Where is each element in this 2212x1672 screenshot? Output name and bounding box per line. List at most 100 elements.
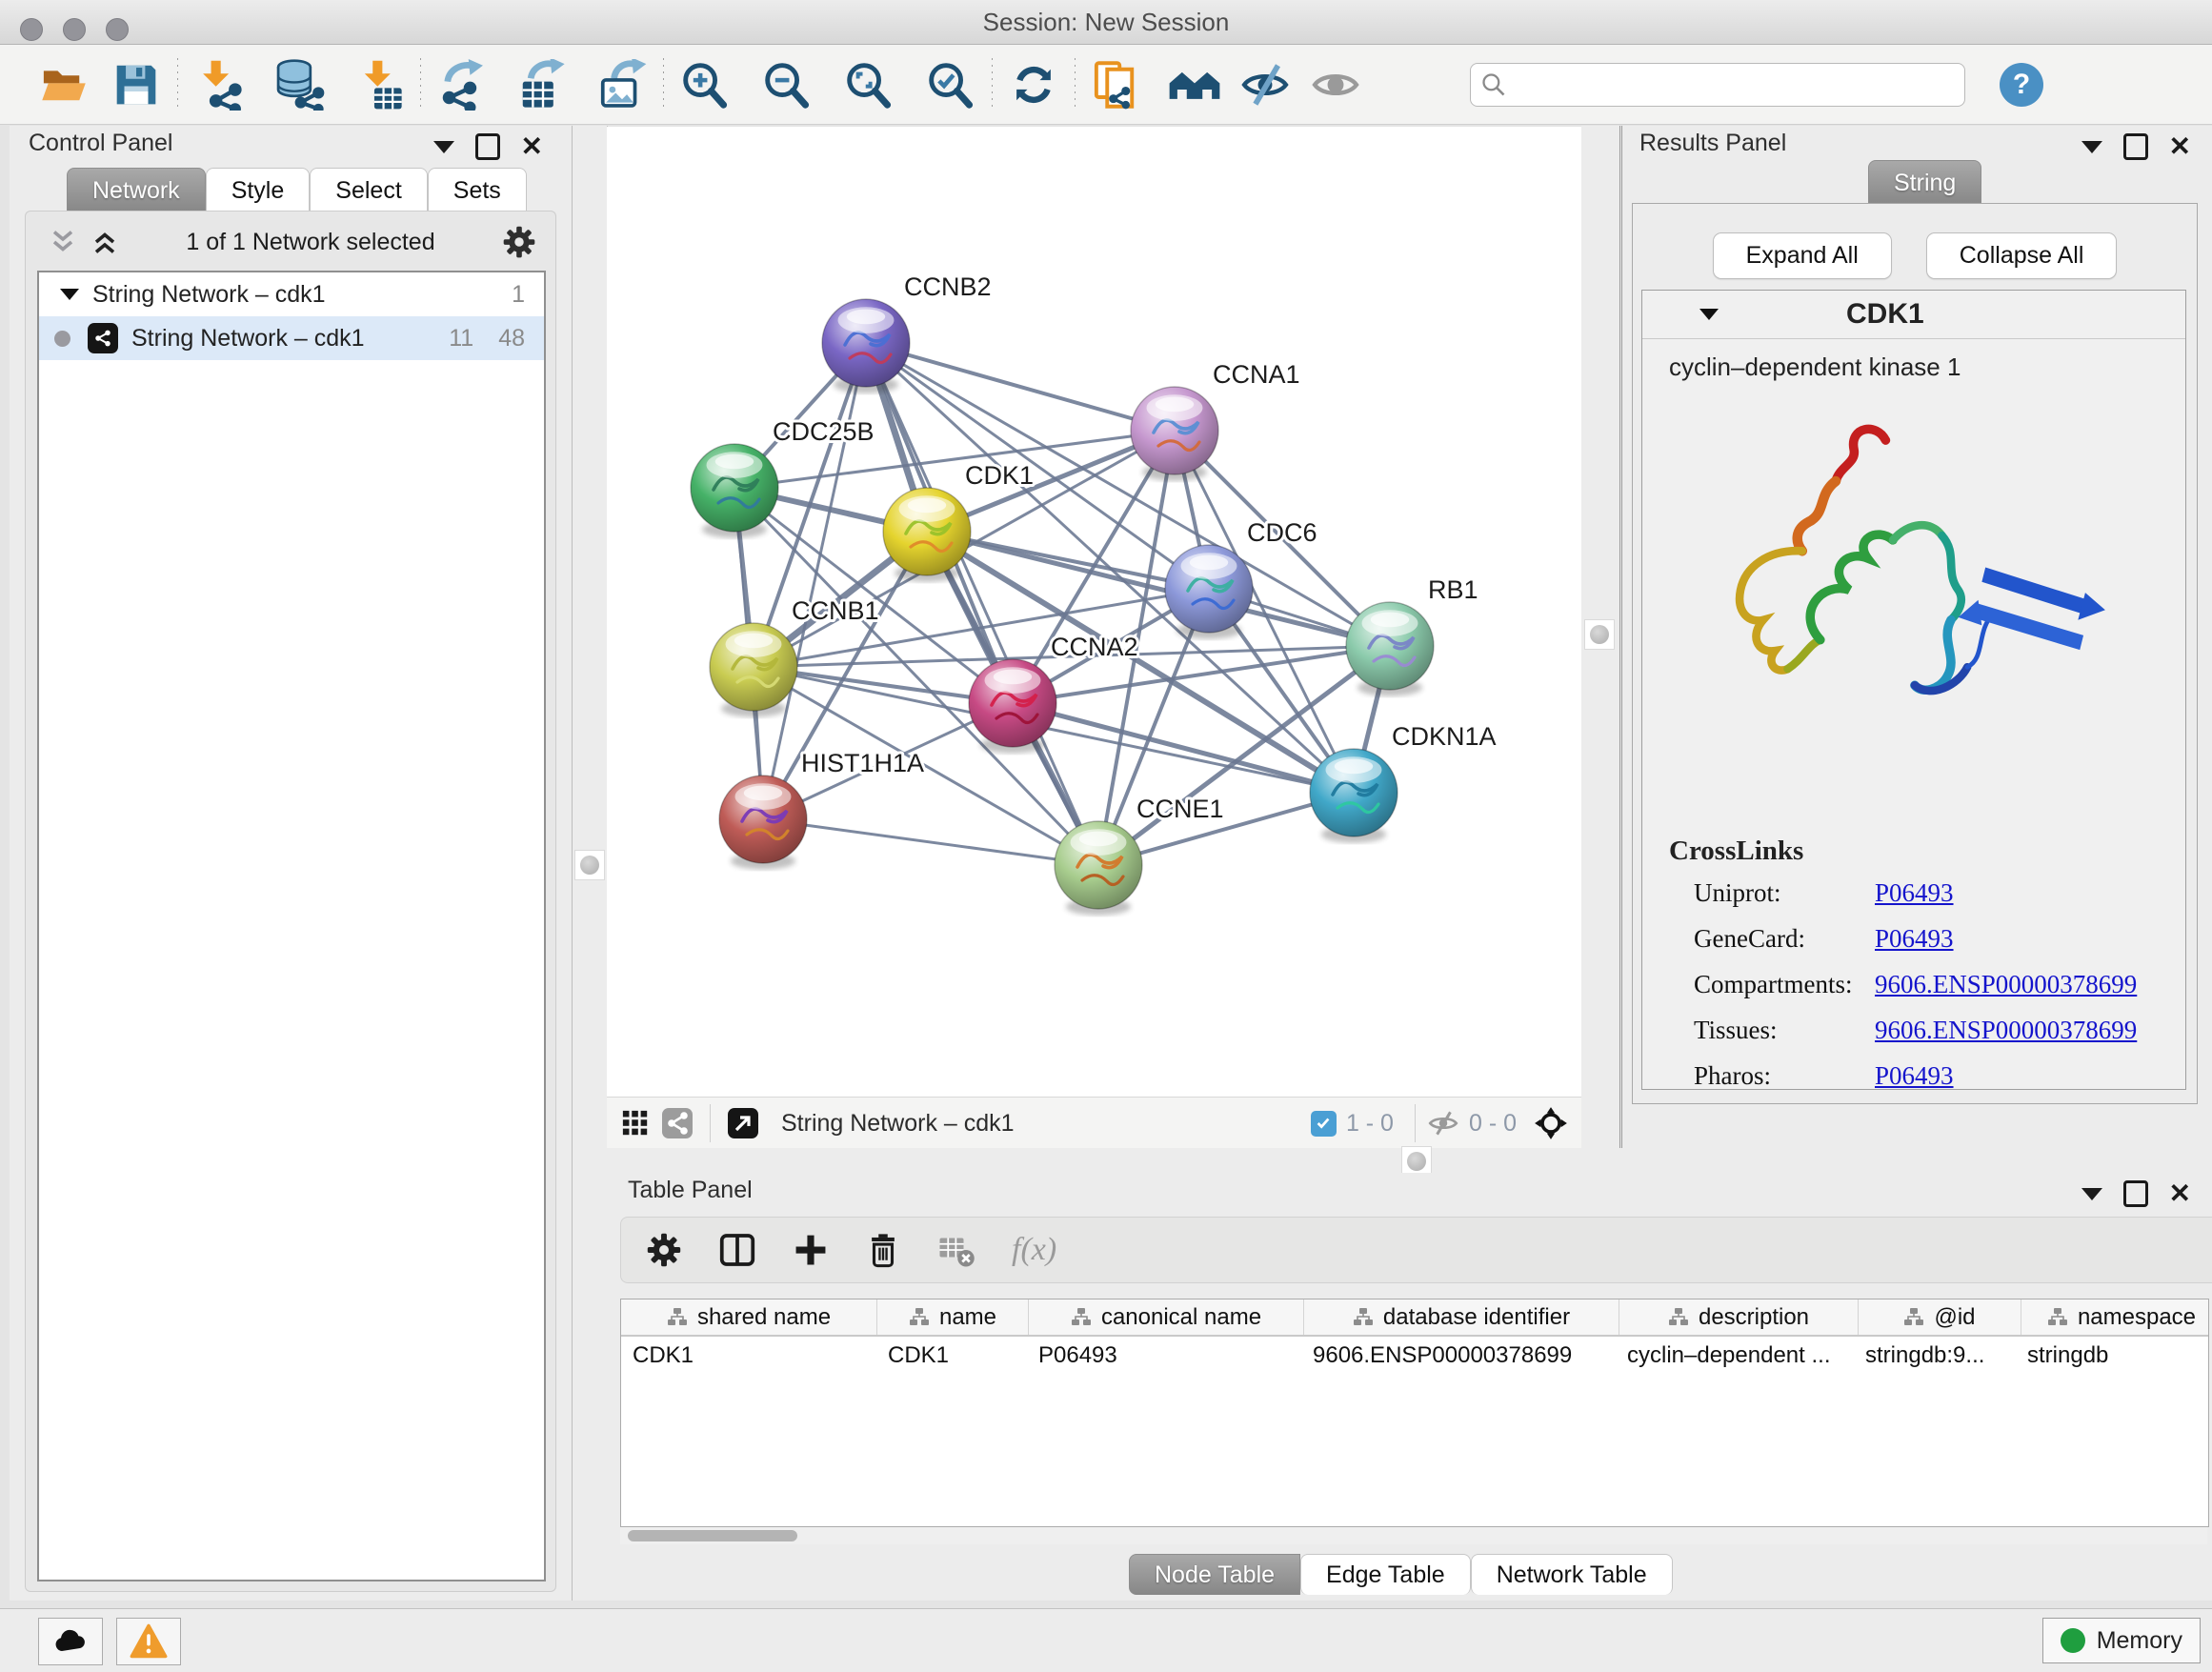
splitter-grip[interactable] <box>574 850 605 880</box>
float-panel-icon[interactable] <box>2123 1180 2148 1207</box>
table-row[interactable]: CDK1CDK1P064939606.ENSP00000378699cyclin… <box>621 1337 2208 1375</box>
network-overview-button[interactable] <box>656 1096 698 1151</box>
import-network-database-button[interactable] <box>271 57 327 112</box>
tab-sets[interactable]: Sets <box>428 168 527 212</box>
column-header[interactable]: description <box>1619 1299 1859 1335</box>
table-cell[interactable]: 9606.ENSP00000378699 <box>1301 1342 1616 1369</box>
export-network-button[interactable] <box>434 57 490 112</box>
network-node-CCNE1[interactable] <box>1055 821 1142 916</box>
memory-button[interactable]: Memory <box>2042 1618 2201 1663</box>
node-table[interactable]: shared namenamecanonical namedatabase id… <box>620 1299 2209 1527</box>
scrollbar-thumb[interactable] <box>628 1530 797 1541</box>
open-session-button[interactable] <box>36 57 91 112</box>
tab-select[interactable]: Select <box>310 168 427 212</box>
tab-network-table[interactable]: Network Table <box>1471 1554 1673 1595</box>
expand-all-networks-icon[interactable] <box>90 228 119 256</box>
tab-style[interactable]: Style <box>206 168 311 212</box>
network-node-CDKN1A[interactable] <box>1310 749 1398 843</box>
horizontal-scrollbar[interactable] <box>620 1527 2207 1544</box>
delete-table-icon[interactable] <box>937 1231 975 1269</box>
delete-column-icon[interactable] <box>865 1232 901 1268</box>
crosslink-link[interactable]: 9606.ENSP00000378699 <box>1875 970 2137 999</box>
export-image-button[interactable] <box>594 57 650 112</box>
table-cell[interactable]: P06493 <box>1027 1342 1301 1369</box>
new-network-from-selection-button[interactable] <box>1089 57 1144 112</box>
crosslink-link[interactable]: P06493 <box>1875 1061 1954 1091</box>
table-cell[interactable]: stringdb:9... <box>1854 1342 2016 1369</box>
column-header[interactable]: shared name <box>621 1299 877 1335</box>
column-header[interactable]: database identifier <box>1304 1299 1619 1335</box>
float-panel-icon[interactable] <box>2123 133 2148 160</box>
zoom-selected-button[interactable] <box>923 57 978 112</box>
cloud-status-button[interactable] <box>38 1618 103 1665</box>
gene-expanded-icon[interactable] <box>1699 309 1719 320</box>
table-cell[interactable]: CDK1 <box>876 1342 1027 1369</box>
close-panel-icon[interactable]: ✕ <box>2169 1183 2191 1204</box>
crosslink-link[interactable]: P06493 <box>1875 878 1954 908</box>
tab-node-table[interactable]: Node Table <box>1129 1554 1300 1595</box>
column-header[interactable]: @id <box>1859 1299 2021 1335</box>
float-panel-icon[interactable] <box>475 133 500 160</box>
network-canvas[interactable]: CCNB2CCNA1CDC25BCDK1CDC6RB1CCNB1CCNA2CDK… <box>607 127 1581 1097</box>
houses-icon <box>1168 58 1221 111</box>
column-header[interactable]: namespace <box>2021 1299 2209 1335</box>
table-cell[interactable]: CDK1 <box>621 1342 876 1369</box>
tab-string[interactable]: String <box>1868 160 1981 205</box>
column-header[interactable]: name <box>877 1299 1029 1335</box>
close-panel-icon[interactable]: ✕ <box>2169 136 2191 157</box>
export-table-button[interactable] <box>514 57 570 112</box>
network-node-CDC6[interactable] <box>1165 545 1253 639</box>
crosslink-link[interactable]: 9606.ENSP00000378699 <box>1875 1016 2137 1045</box>
main-toolbar: ? <box>0 45 2212 125</box>
warnings-button[interactable] <box>116 1618 181 1665</box>
zoom-out-button[interactable] <box>759 57 814 112</box>
splitter-grip[interactable] <box>1584 619 1615 650</box>
network-node-RB1[interactable] <box>1346 602 1434 696</box>
network-collection-row[interactable]: String Network – cdk1 1 <box>39 272 544 316</box>
collapse-panel-icon[interactable] <box>2081 1188 2102 1200</box>
selected-nodes-checkbox[interactable] <box>1311 1111 1337 1137</box>
collection-expanded-icon[interactable] <box>60 289 79 300</box>
apply-layout-button[interactable] <box>1006 57 1061 112</box>
save-session-button[interactable] <box>109 57 164 112</box>
show-columns-icon[interactable] <box>718 1231 756 1269</box>
column-header[interactable]: canonical name <box>1029 1299 1304 1335</box>
network-options-gear-icon[interactable] <box>502 225 536 259</box>
string-network-graph[interactable]: CCNB2CCNA1CDC25BCDK1CDC6RB1CCNB1CCNA2CDK… <box>607 127 1581 1097</box>
collapse-panel-icon[interactable] <box>433 141 454 153</box>
table-cell[interactable]: stringdb <box>2016 1342 2209 1369</box>
search-input[interactable] <box>1507 71 1930 99</box>
network-row[interactable]: String Network – cdk1 11 48 <box>39 316 544 360</box>
network-node-CDC25B[interactable] <box>691 444 778 538</box>
expand-all-button[interactable]: Expand All <box>1713 232 1892 279</box>
collapse-panel-icon[interactable] <box>2081 141 2102 153</box>
hide-selected-button[interactable] <box>1237 57 1293 112</box>
gene-card: CDK1 cyclin–dependent kinase 1 <box>1641 290 2186 1090</box>
crosslink-link[interactable]: P06493 <box>1875 924 1954 954</box>
show-all-button[interactable] <box>1308 57 1363 112</box>
tab-edge-table[interactable]: Edge Table <box>1300 1554 1471 1595</box>
collapse-all-button[interactable]: Collapse All <box>1926 232 2118 279</box>
tab-network[interactable]: Network <box>67 168 206 212</box>
vertical-splitter-left[interactable] <box>572 126 608 1601</box>
network-node-CCNA1[interactable] <box>1131 387 1218 481</box>
network-node-CCNB1[interactable] <box>710 623 797 717</box>
add-column-icon[interactable] <box>793 1232 829 1268</box>
import-table-button[interactable] <box>352 57 407 112</box>
hidden-eye-icon[interactable] <box>1427 1107 1459 1139</box>
help-button[interactable]: ? <box>2000 63 2043 107</box>
gene-card-header[interactable]: CDK1 <box>1642 291 2185 339</box>
close-panel-icon[interactable]: ✕ <box>521 136 543 157</box>
collapse-all-networks-icon[interactable] <box>49 228 77 256</box>
zoom-in-button[interactable] <box>677 57 733 112</box>
network-node-HIST1H1A[interactable] <box>719 776 807 870</box>
table-cell[interactable]: cyclin–dependent ... <box>1616 1342 1854 1369</box>
function-builder-button[interactable]: f(x) <box>1012 1232 1056 1268</box>
open-in-browser-button[interactable] <box>722 1096 764 1151</box>
birdseye-view-button[interactable] <box>614 1096 656 1151</box>
table-options-gear-icon[interactable] <box>646 1232 682 1268</box>
fit-selected-button[interactable] <box>1526 1096 1576 1151</box>
zoom-fit-button[interactable] <box>841 57 896 112</box>
first-neighbors-button[interactable] <box>1167 57 1222 112</box>
import-network-file-button[interactable] <box>191 57 247 112</box>
